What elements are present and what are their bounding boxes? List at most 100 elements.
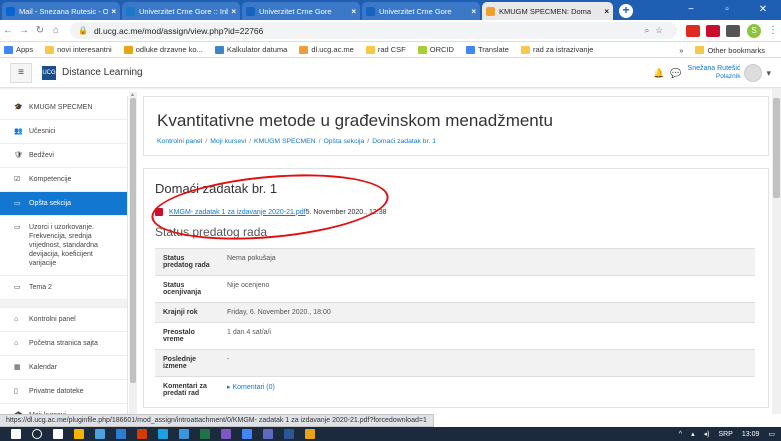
hamburger-menu-icon[interactable]: ≡ — [10, 62, 32, 83]
bookmark-item[interactable]: rad za istrazivanje — [520, 45, 593, 54]
taskbar-app-icon[interactable] — [242, 429, 252, 439]
star-icon[interactable]: ☆ — [655, 25, 669, 35]
breadcrumb-link[interactable]: Opšta sekcija — [323, 138, 364, 145]
bookmark-item[interactable]: ORCID — [417, 45, 454, 54]
bookmark-item[interactable]: Apps — [4, 45, 33, 54]
network-icon[interactable]: ▴ — [691, 430, 695, 438]
comments-toggle[interactable]: ▸ Komentari (0) — [219, 376, 755, 403]
breadcrumb-link[interactable]: KMUGM SPECMEN — [254, 138, 316, 145]
taskbar-app-icon[interactable] — [179, 429, 189, 439]
site-brand[interactable]: Distance Learning — [62, 67, 143, 78]
sidebar-scrollbar[interactable]: ▲ — [129, 92, 137, 414]
bookmark-icon — [123, 45, 133, 54]
tab-close-icon[interactable]: × — [471, 7, 476, 16]
avatar[interactable] — [744, 64, 763, 82]
windows-start-icon[interactable] — [11, 429, 21, 439]
sidebar-item[interactable]: 🛡 Bedževi — [0, 144, 127, 168]
sidebar-item[interactable]: 🎓 KMUGM SPECMEN — [0, 96, 127, 120]
sidebar-nav-item[interactable]: ▦ Kalendar — [0, 356, 127, 380]
bookmark-item[interactable]: novi interesantni — [45, 45, 112, 54]
browser-tab[interactable]: Mail - Snezana Rutesic - Ou × — [2, 2, 120, 20]
taskbar-app-icon[interactable] — [305, 429, 315, 439]
sidebar-item[interactable]: ☑ Kompetencije — [0, 168, 127, 192]
home-icon[interactable]: ⌂ — [48, 25, 64, 36]
browser-tab[interactable]: KMUGM SPECMEN: Doma × — [482, 2, 613, 20]
taskbar-app-icon[interactable] — [200, 429, 210, 439]
tab-favicon-icon — [246, 6, 255, 16]
sidebar-item[interactable]: 👥 Učesnici — [0, 120, 127, 144]
taskbar-app-icon[interactable] — [116, 429, 126, 439]
reload-icon[interactable]: ↻ — [32, 25, 48, 36]
extension-icon[interactable] — [686, 24, 700, 37]
user-menu[interactable]: Snežana Rutešić Polaznik — [688, 65, 741, 81]
sidebar-item[interactable]: ▭ Opšta sekcija — [0, 192, 127, 216]
tab-close-icon[interactable]: × — [604, 7, 609, 16]
sidebar-scroll-thumb[interactable] — [130, 98, 136, 383]
url-input[interactable]: 🔒 dl.ucg.ac.me/mod/assign/view.php?id=22… — [70, 22, 677, 39]
extension-icon[interactable] — [706, 24, 720, 37]
back-icon[interactable]: ← — [0, 25, 16, 36]
language-indicator[interactable]: SRP — [718, 431, 732, 438]
browser-tab[interactable]: Univerzitet Crne Gore × — [362, 2, 480, 20]
taskbar-app-icon[interactable] — [137, 429, 147, 439]
sidebar-nav-item[interactable]: ⌂ Početna stranica sajta — [0, 332, 127, 356]
volume-icon[interactable]: ◂) — [704, 430, 710, 438]
tab-close-icon[interactable]: × — [351, 7, 356, 16]
bookmark-item[interactable]: odluke drzavne ko... — [123, 45, 203, 54]
tray-arrow-icon[interactable]: ^ — [679, 431, 682, 438]
attachment-link[interactable]: KMGM- zadatak 1 za izdavanje 2020-21.pdf — [169, 209, 306, 216]
other-bookmarks-label: Other bookmarks — [707, 45, 765, 55]
sidebar-nav-item[interactable]: ▯ Privatne datoteke — [0, 380, 127, 404]
new-tab-button[interactable]: + — [619, 4, 633, 18]
profile-avatar[interactable]: S — [747, 23, 761, 38]
breadcrumb-link[interactable]: Moji kursevi — [210, 138, 246, 145]
sidebar-divider — [0, 300, 127, 308]
taskbar-app-icon[interactable] — [53, 429, 63, 439]
taskbar-app-icon[interactable] — [158, 429, 168, 439]
bookmark-item[interactable]: Kalkulator datuma — [214, 45, 287, 54]
browser-tab[interactable]: Univerzitet Crne Gore × — [242, 2, 360, 20]
bookmark-item[interactable]: dl.ucg.ac.me — [299, 45, 354, 54]
close-window-icon[interactable]: ✕ — [745, 0, 781, 20]
tab-close-icon[interactable]: × — [231, 7, 236, 16]
zoom-icon[interactable]: ⌕ — [645, 25, 656, 35]
browser-tab[interactable]: Univerzitet Crne Gore :: Inb × — [122, 2, 240, 20]
bookmark-icon — [45, 45, 55, 54]
page-title: Kvantitativne metode u građevinskom mena… — [157, 111, 553, 130]
taskbar-app-icon[interactable] — [263, 429, 273, 439]
sidebar-nav-icon: ▦ — [14, 364, 21, 371]
caret-down-icon[interactable]: ▾ — [766, 68, 771, 79]
breadcrumb-link[interactable]: Domaći zadatak br. 1 — [372, 138, 436, 145]
chat-icon[interactable]: 💬 — [670, 68, 681, 79]
moodle-navbar: ≡ UCG Distance Learning 🔔 💬 Snežana Rute… — [0, 58, 781, 88]
bell-icon[interactable]: 🔔 — [653, 68, 664, 79]
bookmarks-more[interactable]: » — [679, 46, 683, 55]
minimize-icon[interactable]: − — [673, 0, 709, 20]
taskbar-app-icon[interactable] — [95, 429, 105, 439]
search-icon[interactable] — [32, 429, 42, 439]
puzzle-icon[interactable] — [726, 24, 740, 37]
taskbar-app-icon[interactable] — [74, 429, 84, 439]
other-bookmarks[interactable]: Other bookmarks — [695, 46, 765, 55]
sidebar-item[interactable]: ▭ Uzorci i uzorkovanje. Frekvencija, sred… — [0, 216, 127, 276]
clock[interactable]: 13:09 — [742, 431, 760, 438]
notifications-icon[interactable]: ▭ — [768, 430, 775, 438]
submission-status-table: Status predatog rada Nema pokušaja Status … — [155, 248, 755, 403]
sidebar-nav-item[interactable]: ⌂ Kontrolni panel — [0, 308, 127, 332]
maximize-icon[interactable]: ▫ — [709, 0, 745, 20]
sidebar-item[interactable]: ▭ Tema 2 — [0, 276, 127, 300]
taskbar-app-icon[interactable] — [284, 429, 294, 439]
menu-dots-icon[interactable]: ⋮ — [765, 25, 781, 36]
row-value: Nema pokušaja — [219, 248, 755, 276]
sidebar-nav-item[interactable]: 🎓Moji kursevi — [0, 404, 127, 414]
tab-close-icon[interactable]: × — [111, 7, 116, 16]
forward-icon[interactable]: → — [16, 25, 32, 36]
site-logo[interactable]: UCG — [42, 65, 56, 80]
taskbar-app-icon[interactable] — [221, 429, 231, 439]
breadcrumb-link[interactable]: Kontrolni panel — [157, 138, 202, 145]
page-scroll-thumb[interactable] — [773, 98, 780, 198]
url-text: dl.ucg.ac.me/mod/assign/view.php?id=2276… — [93, 25, 264, 36]
page-scrollbar[interactable] — [772, 88, 781, 414]
bookmark-item[interactable]: Translate — [465, 45, 509, 54]
bookmark-item[interactable]: rad CSF — [365, 45, 406, 54]
